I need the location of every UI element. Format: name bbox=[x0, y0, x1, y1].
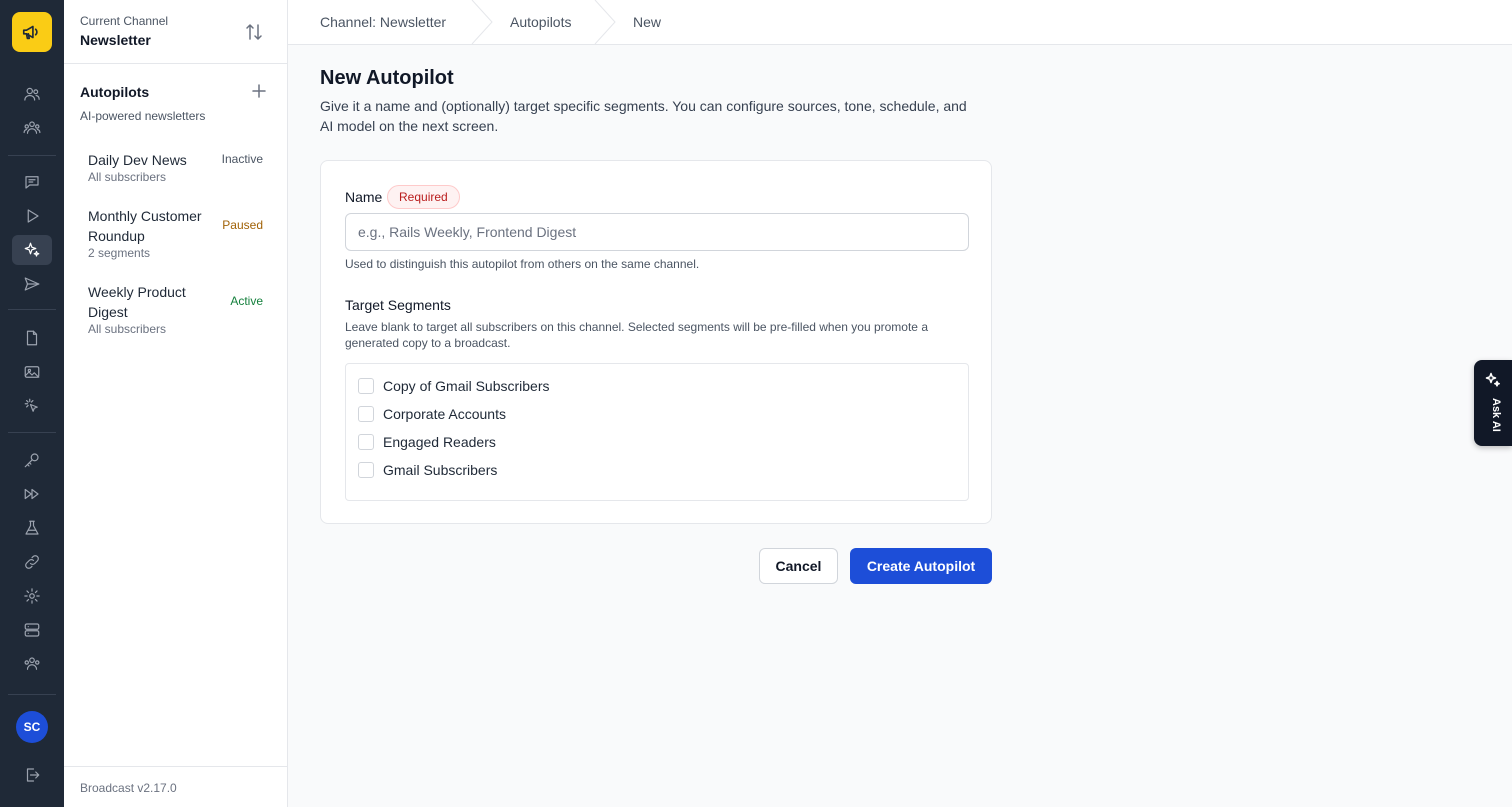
segment-label: Corporate Accounts bbox=[383, 406, 506, 422]
autopilot-name: Daily Dev News bbox=[88, 152, 187, 168]
sparkles-icon[interactable] bbox=[12, 235, 52, 265]
section-title: Autopilots bbox=[80, 84, 150, 100]
create-autopilot-button[interactable]: Create Autopilot bbox=[850, 548, 992, 584]
target-segments-help: Leave blank to target all subscribers on… bbox=[345, 320, 928, 350]
breadcrumb-chevron-icon bbox=[470, 0, 494, 45]
breadcrumb: Channel: Newsletter Autopilots New bbox=[288, 0, 1512, 45]
autopilot-audience: All subscribers bbox=[88, 322, 167, 336]
play-icon[interactable] bbox=[12, 201, 52, 231]
name-help-text: Used to distinguish this autopilot from … bbox=[345, 257, 700, 271]
segment-checkbox[interactable] bbox=[358, 434, 374, 450]
page-description: Give it a name and (optionally) target s… bbox=[320, 98, 967, 134]
segment-checkbox[interactable] bbox=[358, 406, 374, 422]
autopilot-name: Monthly Customer Roundup bbox=[88, 208, 202, 244]
settings-icon[interactable] bbox=[12, 581, 52, 611]
name-label: Name bbox=[345, 189, 383, 205]
sparkles-icon bbox=[1485, 372, 1501, 388]
segment-label: Copy of Gmail Subscribers bbox=[383, 378, 550, 394]
required-badge: Required bbox=[387, 185, 460, 209]
autopilot-item-weekly-product-digest[interactable]: Weekly Product Digest All subscribers Ac… bbox=[80, 282, 271, 342]
database-icon[interactable] bbox=[12, 615, 52, 645]
autopilot-audience: All subscribers bbox=[88, 170, 167, 184]
segment-option[interactable]: Corporate Accounts bbox=[358, 404, 506, 424]
avatar[interactable]: SC bbox=[16, 711, 48, 743]
cancel-button[interactable]: Cancel bbox=[759, 548, 838, 584]
segment-checkbox[interactable] bbox=[358, 378, 374, 394]
rail-divider bbox=[8, 432, 56, 433]
ask-ai-label: Ask AI bbox=[1490, 398, 1502, 432]
autopilot-name: Weekly Product Digest bbox=[88, 284, 186, 320]
status-badge: Active bbox=[230, 294, 263, 308]
segment-label: Gmail Subscribers bbox=[383, 462, 498, 478]
autopilot-sidebar: Current Channel Newsletter Autopilots AI… bbox=[64, 0, 288, 807]
channel-name: Newsletter bbox=[80, 32, 151, 48]
breadcrumb-current: New bbox=[633, 14, 662, 30]
rail-divider bbox=[8, 694, 56, 695]
autopilot-item-monthly-customer-roundup[interactable]: Monthly Customer Roundup 2 segments Paus… bbox=[80, 206, 271, 266]
document-icon[interactable] bbox=[12, 323, 52, 353]
image-icon[interactable] bbox=[12, 357, 52, 387]
segment-list: Copy of Gmail Subscribers Corporate Acco… bbox=[345, 363, 969, 501]
team-icon[interactable] bbox=[12, 649, 52, 679]
segment-option[interactable]: Copy of Gmail Subscribers bbox=[358, 376, 550, 396]
new-autopilot-form: Name Required Used to distinguish this a… bbox=[320, 160, 992, 524]
megaphone-logo-icon[interactable] bbox=[12, 12, 52, 52]
target-segments-label: Target Segments bbox=[345, 297, 451, 313]
ask-ai-button[interactable]: Ask AI bbox=[1474, 360, 1512, 446]
status-badge: Paused bbox=[222, 218, 263, 232]
rail-divider bbox=[8, 309, 56, 310]
beaker-icon[interactable] bbox=[12, 513, 52, 543]
fast-forward-icon[interactable] bbox=[12, 479, 52, 509]
segment-label: Engaged Readers bbox=[383, 434, 496, 450]
chat-icon[interactable] bbox=[12, 167, 52, 197]
rail-divider bbox=[8, 155, 56, 156]
segment-checkbox[interactable] bbox=[358, 462, 374, 478]
segment-option[interactable]: Gmail Subscribers bbox=[358, 460, 497, 480]
autopilot-item-daily-dev-news[interactable]: Daily Dev News All subscribers Inactive bbox=[80, 150, 271, 190]
segments-icon[interactable] bbox=[12, 113, 52, 143]
logout-icon[interactable] bbox=[12, 760, 52, 790]
add-autopilot-icon[interactable] bbox=[250, 82, 268, 100]
app-version: Broadcast v2.17.0 bbox=[64, 766, 287, 807]
switch-arrows-icon[interactable] bbox=[244, 22, 264, 42]
name-input[interactable] bbox=[345, 213, 969, 251]
breadcrumb-autopilots[interactable]: Autopilots bbox=[510, 14, 571, 30]
channel-label: Current Channel bbox=[80, 14, 169, 28]
subscribers-icon[interactable] bbox=[12, 79, 52, 109]
link-icon[interactable] bbox=[12, 547, 52, 577]
key-icon[interactable] bbox=[12, 445, 52, 475]
status-badge: Inactive bbox=[221, 152, 263, 166]
send-icon[interactable] bbox=[12, 269, 52, 299]
segment-option[interactable]: Engaged Readers bbox=[358, 432, 496, 452]
autopilot-audience: 2 segments bbox=[88, 246, 151, 260]
page-title: New Autopilot bbox=[320, 67, 454, 89]
section-subtitle: AI-powered newsletters bbox=[80, 109, 206, 123]
cursor-click-icon[interactable] bbox=[12, 391, 52, 421]
breadcrumb-chevron-icon bbox=[593, 0, 617, 45]
channel-switcher[interactable]: Current Channel Newsletter bbox=[64, 0, 287, 64]
breadcrumb-channel[interactable]: Channel: Newsletter bbox=[320, 14, 446, 30]
icon-rail: SC bbox=[0, 0, 64, 807]
